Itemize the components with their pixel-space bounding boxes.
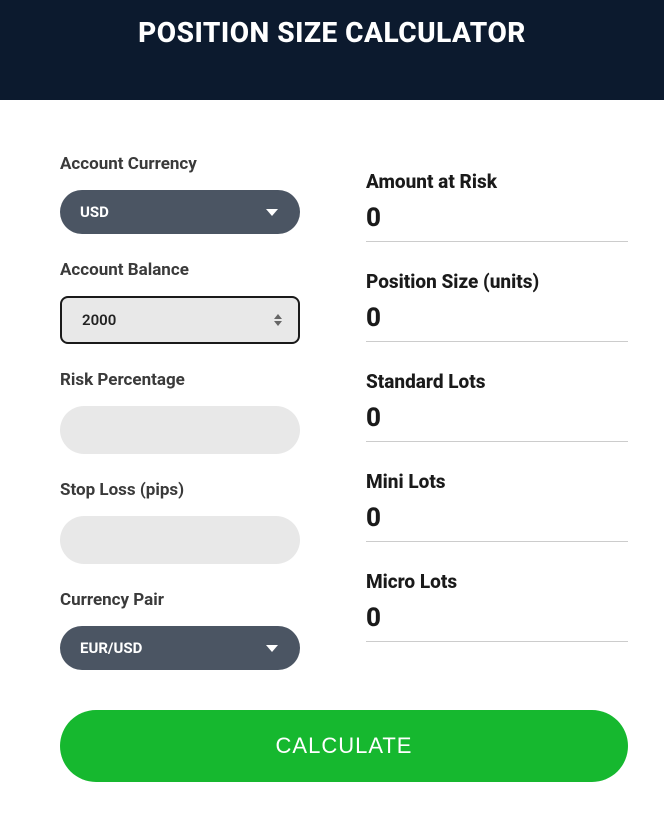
currency-pair-select[interactable]: EUR/USD <box>60 626 300 670</box>
micro-lots-value: 0 <box>366 603 628 642</box>
account-currency-group: Account Currency USD <box>60 154 336 234</box>
stop-loss-group: Stop Loss (pips) <box>60 480 336 564</box>
risk-percentage-label: Risk Percentage <box>60 370 336 390</box>
currency-pair-group: Currency Pair EUR/USD <box>60 590 336 670</box>
position-size-group: Position Size (units) 0 <box>366 270 628 342</box>
position-size-value: 0 <box>366 303 628 342</box>
currency-pair-label: Currency Pair <box>60 590 336 610</box>
page-header: POSITION SIZE CALCULATOR <box>0 0 664 100</box>
number-stepper <box>274 314 282 326</box>
chevron-down-icon <box>266 209 278 216</box>
content-area: Account Currency USD Account Balance 200… <box>0 100 664 690</box>
account-currency-label: Account Currency <box>60 154 336 174</box>
calculate-button[interactable]: CALCULATE <box>60 710 628 782</box>
mini-lots-label: Mini Lots <box>366 470 628 493</box>
page-title: POSITION SIZE CALCULATOR <box>138 16 526 49</box>
account-balance-value: 2000 <box>82 311 116 329</box>
amount-at-risk-value: 0 <box>366 203 628 242</box>
chevron-down-icon <box>266 645 278 652</box>
results-column: Amount at Risk 0 Position Size (units) 0… <box>366 154 628 670</box>
micro-lots-group: Micro Lots 0 <box>366 570 628 642</box>
standard-lots-group: Standard Lots 0 <box>366 370 628 442</box>
standard-lots-value: 0 <box>366 403 628 442</box>
amount-at-risk-group: Amount at Risk 0 <box>366 170 628 242</box>
mini-lots-value: 0 <box>366 503 628 542</box>
micro-lots-label: Micro Lots <box>366 570 628 593</box>
account-balance-input[interactable]: 2000 <box>60 296 300 344</box>
stepper-down-icon[interactable] <box>274 321 282 326</box>
amount-at-risk-label: Amount at Risk <box>366 170 628 193</box>
position-size-label: Position Size (units) <box>366 270 628 293</box>
stop-loss-label: Stop Loss (pips) <box>60 480 336 500</box>
inputs-column: Account Currency USD Account Balance 200… <box>36 154 336 670</box>
standard-lots-label: Standard Lots <box>366 370 628 393</box>
currency-pair-value: EUR/USD <box>80 639 142 657</box>
mini-lots-group: Mini Lots 0 <box>366 470 628 542</box>
account-balance-label: Account Balance <box>60 260 336 280</box>
stop-loss-input[interactable] <box>60 516 300 564</box>
stepper-up-icon[interactable] <box>274 314 282 319</box>
account-balance-group: Account Balance 2000 <box>60 260 336 344</box>
account-currency-select[interactable]: USD <box>60 190 300 234</box>
risk-percentage-group: Risk Percentage <box>60 370 336 454</box>
risk-percentage-input[interactable] <box>60 406 300 454</box>
account-currency-value: USD <box>80 203 109 221</box>
